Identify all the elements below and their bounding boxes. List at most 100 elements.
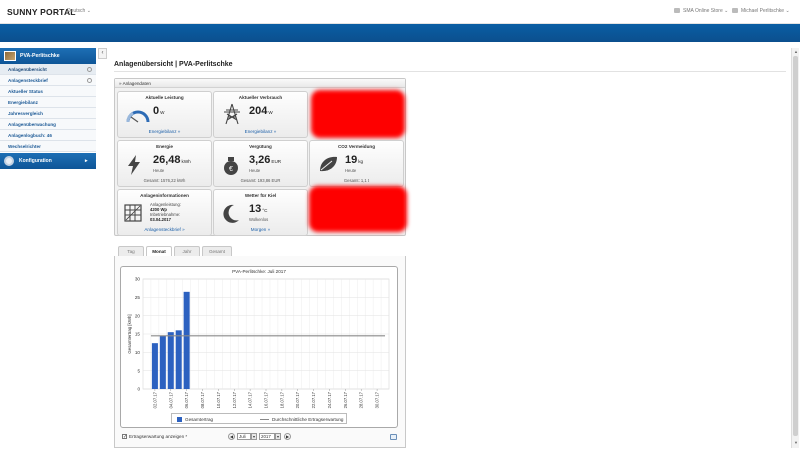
online-store-link[interactable]: SMA Online Store ⌄ — [674, 8, 728, 14]
logo[interactable]: SUNNY PORTAL — [7, 7, 76, 17]
sidebar-item-anlagenlogbuch[interactable]: Anlagenlogbuch: 46 — [0, 130, 96, 141]
y-tick-label: 0 — [137, 387, 140, 392]
plant-info-text: Anlagenleistung: 4200 Wp Inbetriebnahme:… — [150, 202, 181, 222]
brand-bar — [0, 24, 800, 42]
page-scrollbar[interactable]: ▲ ▼ — [791, 48, 799, 448]
sidebar-item-label: Anlagenübersicht — [8, 66, 47, 72]
expectation-checkbox-label[interactable]: Ertragserwartung anzeigen * — [129, 434, 187, 439]
tile-current-power: Aktuelle Leistung 0W Energiebilanz » — [117, 91, 212, 138]
lightning-icon — [128, 155, 140, 175]
sidebar-item-label: Anlagenlogbuch: 46 — [8, 132, 52, 138]
y-tick-label: 15 — [135, 332, 141, 337]
scroll-down-icon[interactable]: ▼ — [793, 440, 799, 446]
tile-plant-info: Anlageninformationen Anlagenleistung: 42… — [117, 189, 212, 236]
panel-header[interactable]: » Anlagendaten — [115, 79, 405, 88]
energiebilanz-link[interactable]: Energiebilanz » — [214, 129, 307, 134]
sidebar-item-label: Aktueller Status — [8, 88, 43, 94]
chart-legend: Gesamtertrag Durchschnittliche Ertragser… — [171, 413, 347, 424]
tile-current-consumption: Aktueller Verbrauch 204W Energiebilanz » — [213, 91, 308, 138]
tile-title: Aktuelle Leistung — [145, 95, 184, 100]
redacted-area — [311, 90, 405, 138]
sidebar-configuration[interactable]: Konfiguration ▸ — [0, 153, 96, 169]
x-tick-label: 02.07.17 — [152, 391, 157, 408]
page-title: Anlagenübersicht | PVA-Perlitschke — [114, 61, 233, 68]
sidebar-item-anlagensteckbrief[interactable]: Anlagensteckbrief — [0, 75, 96, 86]
x-tick-label: 24.07.17 — [327, 391, 332, 408]
collapse-sidebar-button[interactable]: ‹ — [98, 48, 107, 59]
settings-icon[interactable] — [87, 67, 92, 72]
user-menu[interactable]: Michael Perlitschke ⌄ — [732, 8, 790, 14]
sidebar-item-jahresvergleich[interactable]: Jahresvergleich — [0, 108, 96, 119]
sidebar-item-aktueller-status[interactable]: Aktueller Status — [0, 86, 96, 97]
redacted-area — [309, 186, 407, 232]
power-tower-icon — [224, 103, 240, 125]
plant-profile-link[interactable]: Anlagensteckbrief » — [118, 227, 211, 232]
plant-name: PVA-Perlitschke — [20, 53, 60, 59]
sidebar-item-label: Energiebilanz — [8, 99, 38, 105]
power-value: 0 — [153, 105, 160, 117]
x-tick-label: 06.07.17 — [184, 391, 189, 408]
x-tick-label: 10.07.17 — [216, 391, 221, 408]
compensation-unit: EUR — [271, 159, 282, 164]
tile-title: CO2 Vermeidung — [337, 144, 375, 149]
co2-period: Heute — [345, 168, 357, 173]
moon-icon — [223, 204, 239, 223]
scroll-up-icon[interactable]: ▲ — [793, 49, 799, 55]
energy-value: 26,48 — [153, 154, 181, 166]
settings-icon[interactable] — [87, 78, 92, 83]
x-tick-label: 08.07.17 — [200, 391, 205, 408]
energy-total: Gesamt: 1576,22 kWh — [143, 178, 186, 183]
year-select[interactable]: 2017 — [259, 433, 275, 440]
sidebar-item-label: Anlagenüberwachung — [8, 121, 56, 127]
expectation-checkbox[interactable]: ✓ — [122, 434, 127, 440]
commissioning-date: 03.04.2017 — [150, 217, 171, 222]
energiebilanz-link[interactable]: Energiebilanz » — [118, 129, 211, 134]
bar-05.07.17 — [175, 330, 182, 389]
energy-unit: kWh — [181, 159, 191, 164]
sidebar-item-energiebilanz[interactable]: Energiebilanz — [0, 97, 96, 108]
weather-condition: Wolkenlos — [249, 217, 269, 222]
cart-icon — [674, 8, 680, 14]
gear-icon — [4, 156, 14, 166]
sidebar-item-label: Wechselrichter — [8, 143, 41, 149]
sidebar-item-anlagenuebersicht[interactable]: Anlagenübersicht — [0, 64, 96, 75]
compensation-total: Gesamt: 193,86 EUR — [240, 178, 281, 183]
tile-title: Energie — [156, 144, 173, 149]
svg-text:€: € — [229, 166, 233, 173]
legend-swatch-expectation — [260, 419, 269, 420]
x-tick-label: 28.07.17 — [359, 391, 364, 408]
tomorrow-link[interactable]: Morgen » — [214, 227, 307, 232]
x-tick-label: 18.07.17 — [279, 391, 284, 408]
user-icon — [732, 8, 738, 14]
co2-unit: kg — [358, 159, 364, 164]
co2-value: 19 — [345, 154, 358, 166]
chevron-right-icon: ▸ — [85, 158, 88, 164]
x-tick-label: 30.07.17 — [375, 391, 380, 408]
x-tick-label: 20.07.17 — [295, 391, 300, 408]
money-bag-icon: € — [224, 157, 238, 175]
next-period-button[interactable]: ▶ — [284, 433, 291, 440]
power-unit: W — [160, 110, 165, 115]
consumption-unit: W — [268, 110, 273, 115]
scrollbar-thumb[interactable] — [793, 56, 798, 436]
month-select[interactable]: Juli — [237, 433, 251, 440]
language-selector[interactable]: Deutsch ⌄ — [67, 8, 91, 14]
temperature-value: 13 — [249, 203, 262, 215]
export-icon[interactable] — [390, 434, 397, 440]
x-tick-label: 14.07.17 — [248, 391, 253, 408]
year-dropdown-icon[interactable]: ▾ — [275, 433, 281, 440]
sidebar-plant-header[interactable]: PVA-Perlitschke — [0, 48, 96, 64]
sidebar-item-wechselrichter[interactable]: Wechselrichter — [0, 141, 96, 152]
x-tick-label: 16.07.17 — [264, 391, 269, 408]
bar-03.07.17 — [159, 335, 166, 389]
yield-chart: PVA-Perlitschke: Juli 2017 0 5 10 15 20 25 30 G… — [120, 266, 398, 428]
sidebar-item-anlagenueberwachung[interactable]: Anlagenüberwachung — [0, 119, 96, 130]
tile-weather: Wetter für Kiel 13°C Wolkenlos Morgen » — [213, 189, 308, 236]
x-tick-label: 26.07.17 — [343, 391, 348, 408]
month-dropdown-icon[interactable]: ▾ — [251, 433, 257, 440]
config-label: Konfiguration — [19, 158, 52, 164]
y-tick-label: 30 — [135, 277, 141, 282]
y-tick-label: 25 — [135, 295, 141, 300]
previous-period-button[interactable]: ◀ — [228, 433, 235, 440]
co2-total: Gesamt: 1,1 t — [343, 178, 370, 183]
